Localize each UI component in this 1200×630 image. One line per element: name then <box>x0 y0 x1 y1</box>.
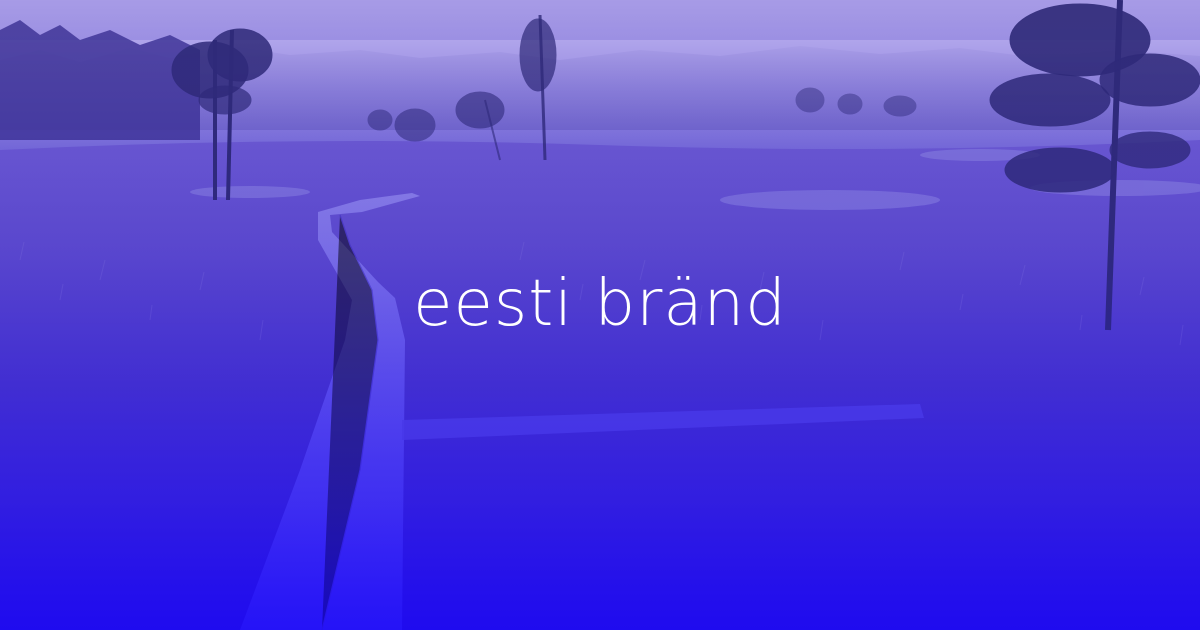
left-forest <box>0 20 200 140</box>
hero-banner: eesti bränd <box>0 0 1200 630</box>
brand-title: eesti bränd <box>413 267 787 341</box>
bog-grass <box>0 140 1200 630</box>
